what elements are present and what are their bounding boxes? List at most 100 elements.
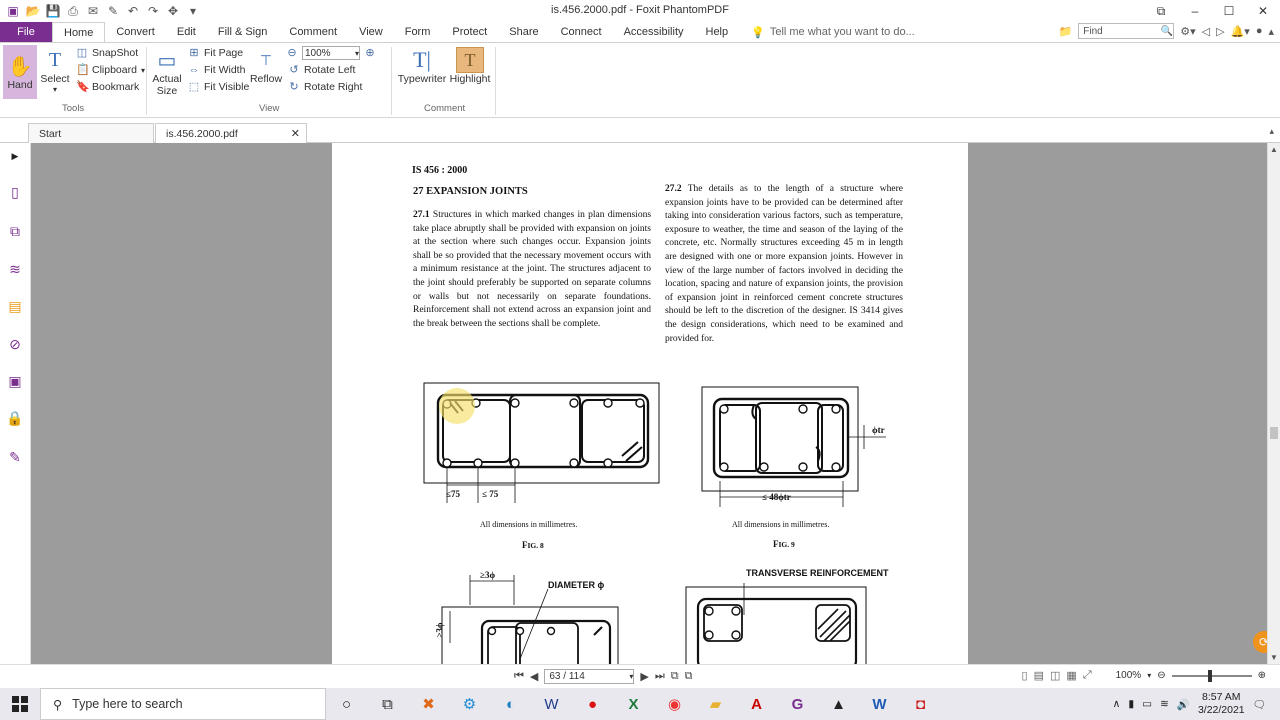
next-view-icon[interactable]: ⧉	[685, 670, 693, 683]
zoom-select[interactable]: 100% ▾	[302, 46, 360, 60]
previous-view-icon[interactable]: ⧉	[671, 670, 679, 683]
tab-share[interactable]: Share	[498, 22, 549, 42]
print-icon[interactable]: ⎙	[66, 4, 80, 18]
open-icon[interactable]: 📂	[26, 4, 41, 18]
collapse-ribbon-icon[interactable]: ▴	[1268, 25, 1274, 38]
full-screen-icon[interactable]: ⤢	[1083, 669, 1092, 682]
highlight-button[interactable]: T Highlight	[450, 47, 490, 85]
tab-accessibility[interactable]: Accessibility	[613, 22, 695, 42]
app-icon-1[interactable]: ✖	[408, 688, 449, 720]
last-page-icon[interactable]: ⏭	[655, 670, 665, 683]
app-icon-3[interactable]: ▲	[818, 688, 859, 720]
document-viewer[interactable]: IS 456 : 2000 27 EXPANSION JOINTS 27.1 S…	[31, 143, 1267, 664]
actual-size-button[interactable]: ▭ Actual Size	[150, 47, 184, 98]
file-tab[interactable]: File	[0, 22, 52, 42]
tab-view[interactable]: View	[348, 22, 394, 42]
notifications-icon[interactable]: 🗨	[1253, 698, 1266, 711]
show-hidden-icon[interactable]: ∧	[1113, 698, 1121, 710]
user-icon[interactable]: ●	[1256, 25, 1263, 37]
snapshot-button[interactable]: ◫ SnapShot	[76, 47, 138, 59]
start-button[interactable]	[0, 688, 40, 720]
first-page-icon[interactable]: ⏮	[514, 670, 524, 683]
tab-comment[interactable]: Comment	[278, 22, 348, 42]
save-icon[interactable]: 💾	[46, 4, 61, 18]
tab-convert[interactable]: Convert	[105, 22, 166, 42]
previous-page-icon[interactable]: ◀	[530, 670, 538, 683]
back-icon[interactable]: ◁	[1202, 25, 1210, 38]
fit-page-button[interactable]: ⊞ Fit Page	[188, 47, 243, 59]
vertical-scrollbar[interactable]: ▲ ▼	[1267, 143, 1280, 664]
file-explorer-icon[interactable]: ▰	[695, 688, 736, 720]
scroll-thumb[interactable]	[1270, 427, 1278, 439]
close-tab-icon[interactable]: ✕	[291, 127, 300, 140]
battery-icon[interactable]: ▭	[1142, 698, 1152, 710]
tab-help[interactable]: Help	[695, 22, 740, 42]
rotate-right-button[interactable]: ↻ Rotate Right	[288, 81, 362, 93]
acrobat-icon[interactable]: A	[736, 688, 777, 720]
attachment-icon[interactable]: ⊘	[6, 335, 24, 353]
typewriter-button[interactable]: T| Typewriter	[398, 47, 446, 85]
zoom-dropdown-icon[interactable]: ▾	[1147, 671, 1151, 680]
word-icon[interactable]: W	[859, 688, 900, 720]
layers-icon[interactable]: ≋	[6, 260, 24, 278]
single-page-icon[interactable]: ▯	[1022, 669, 1028, 682]
scroll-down-icon[interactable]: ▼	[1270, 653, 1278, 662]
find-input[interactable]: Find 🔍	[1078, 23, 1175, 39]
hand-tool-icon[interactable]: ✥	[166, 4, 180, 18]
reflow-button[interactable]: ⊤ Reflow	[250, 47, 282, 86]
tab-edit[interactable]: Edit	[166, 22, 207, 42]
scroll-up-icon[interactable]: ▲	[1270, 145, 1278, 154]
volume-icon[interactable]: 🔊	[1177, 698, 1190, 711]
edge-icon[interactable]: ◐	[490, 688, 531, 720]
tab-protect[interactable]: Protect	[441, 22, 498, 42]
rotate-left-button[interactable]: ↺ Rotate Left	[288, 64, 355, 76]
usb-icon[interactable]: ▮	[1128, 698, 1134, 710]
tabs-collapse-icon[interactable]: ▴	[1269, 126, 1274, 137]
search-icon[interactable]: 🔍	[1161, 26, 1173, 37]
restore-icon[interactable]: ⧉	[1144, 0, 1178, 22]
facing-page-icon[interactable]: ◫	[1050, 669, 1060, 682]
record-icon[interactable]: ●	[572, 688, 613, 720]
app-icon-4[interactable]: ◘	[900, 688, 941, 720]
certify-icon[interactable]: ✎	[6, 448, 24, 466]
excel-icon[interactable]: X	[613, 688, 654, 720]
zoom-out-icon[interactable]: ⊖	[286, 47, 298, 59]
page-icon[interactable]: ▯	[6, 183, 24, 201]
continuous-facing-icon[interactable]: ▦	[1066, 669, 1076, 682]
continuous-page-icon[interactable]: ▤	[1034, 669, 1044, 682]
word-app-icon[interactable]: W	[531, 688, 572, 720]
signature-icon[interactable]: ▣	[6, 372, 24, 390]
comments-icon[interactable]: ▤	[6, 297, 24, 315]
clock[interactable]: 8:57 AM 3/22/2021	[1198, 691, 1245, 717]
forward-icon[interactable]: ▷	[1216, 25, 1224, 38]
foxit-icon[interactable]: G	[777, 688, 818, 720]
zoom-slider[interactable]	[1171, 669, 1252, 682]
zoom-in-icon[interactable]: ⊕	[364, 47, 376, 59]
expand-panel-icon[interactable]: ▶	[6, 147, 24, 165]
zoom-level[interactable]: 100%	[1116, 670, 1142, 681]
zoom-in-icon[interactable]: ⊕	[1258, 670, 1266, 681]
email-icon[interactable]: ✉	[86, 4, 100, 18]
redo-icon[interactable]: ↷	[146, 4, 160, 18]
chrome-icon[interactable]: ◉	[654, 688, 695, 720]
fit-visible-button[interactable]: ⬚ Fit Visible	[188, 81, 250, 93]
tab-fill-sign[interactable]: Fill & Sign	[207, 22, 279, 42]
zoom-out-icon[interactable]: ⊖	[1157, 670, 1165, 681]
maximize-icon[interactable]: ☐	[1212, 0, 1246, 22]
customize-icon[interactable]: ✎	[106, 4, 120, 18]
cortana-icon[interactable]: ○	[326, 688, 367, 720]
bookmark-button[interactable]: 🔖 Bookmark	[76, 81, 139, 93]
select-button[interactable]: T Select ▾	[40, 47, 70, 95]
page-number-input[interactable]: 63 / 114 ▾	[544, 669, 635, 684]
app-icon-2[interactable]: ⚙	[449, 688, 490, 720]
clipboard-button[interactable]: 📋 Clipboard ▾	[76, 64, 145, 76]
close-icon[interactable]: ✕	[1246, 0, 1280, 22]
undo-icon[interactable]: ↶	[126, 4, 140, 18]
next-page-icon[interactable]: ▶	[640, 670, 648, 683]
task-view-icon[interactable]: ⧉	[367, 688, 408, 720]
hand-button[interactable]: ✋ Hand	[3, 45, 37, 99]
zoom-slider-knob[interactable]	[1207, 669, 1212, 682]
dropdown-icon[interactable]: ▾	[186, 4, 200, 18]
folder-icon[interactable]: 📁	[1059, 25, 1073, 38]
fit-width-button[interactable]: ⇔ Fit Width	[188, 64, 246, 76]
